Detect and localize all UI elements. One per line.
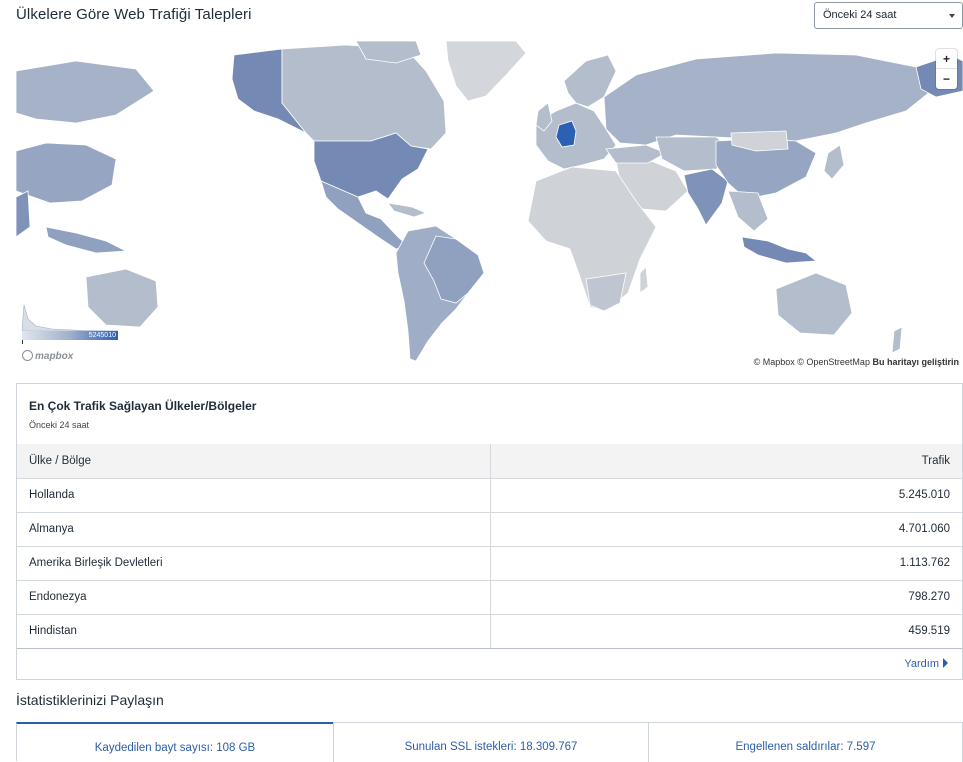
table-header-row: Ülke / Bölge Trafik <box>17 444 962 479</box>
time-range-select[interactable]: Önceki 24 saat <box>814 2 963 29</box>
world-map[interactable]: + − 5245010 mapbox © Mapbox © OpenStreet… <box>16 41 963 369</box>
country-cell: Hollanda <box>17 478 491 513</box>
table-row: Almanya 4.701.060 <box>17 512 962 547</box>
map-indonesia <box>741 236 818 264</box>
map-svg <box>16 41 963 362</box>
country-cell: Hindistan <box>17 614 491 649</box>
panel-title: En Çok Trafik Sağlayan Ülkeler/Bölgeler <box>29 399 257 413</box>
traffic-cell: 459.519 <box>490 614 962 649</box>
legend-max-value: 5245010 <box>88 332 116 339</box>
map-turkey <box>605 144 667 164</box>
map-madagascar <box>639 266 649 294</box>
legend-ticks <box>22 340 118 344</box>
country-cell: Amerika Birleşik Devletleri <box>17 546 491 581</box>
traffic-cell: 1.113.762 <box>490 546 962 581</box>
mapbox-logo-icon <box>22 350 33 361</box>
column-header-country: Ülke / Bölge <box>17 444 491 479</box>
map-china-west-wrap <box>16 142 117 204</box>
map-legend: 5245010 <box>22 303 118 344</box>
table-row: Endonezya 798.270 <box>17 580 962 615</box>
panel-subtitle: Önceki 24 saat <box>29 420 90 430</box>
tab-threats-blocked[interactable]: Engellenen saldırılar: 7.597 <box>648 723 963 762</box>
tab-ssl-requests[interactable]: Sunulan SSL istekleri: 18.309.767 <box>333 723 648 762</box>
tab-bytes-saved[interactable]: Kaydedilen bayt sayısı: 108 GB <box>16 722 333 761</box>
map-indonesia-west-wrap <box>45 226 128 254</box>
traffic-table: Ülke / Bölge Trafik Hollanda 5.245.010 A… <box>17 444 962 649</box>
table-row: Hollanda 5.245.010 <box>17 478 962 513</box>
traffic-cell: 4.701.060 <box>490 512 962 547</box>
map-caribbean <box>387 202 428 218</box>
time-range-value: Önceki 24 saat <box>823 9 897 21</box>
map-attribution: © Mapbox © OpenStreetMap Bu haritayı gel… <box>752 357 960 367</box>
map-southern-africa <box>585 272 627 312</box>
traffic-cell: 798.270 <box>490 580 962 615</box>
map-russia-east-wrap <box>16 60 155 124</box>
mapbox-logo-text: mapbox <box>35 351 74 362</box>
table-row: Hindistan 459.519 <box>17 614 962 649</box>
mapbox-logo[interactable]: mapbox <box>22 350 73 362</box>
table-row: Amerika Birleşik Devletleri 1.113.762 <box>17 546 962 581</box>
share-stats-tabs: Kaydedilen bayt sayısı: 108 GB Sunulan S… <box>16 722 963 762</box>
top-countries-panel: En Çok Trafik Sağlayan Ülkeler/Bölgeler … <box>16 383 963 680</box>
map-australia <box>775 272 853 336</box>
caret-right-icon <box>943 658 948 668</box>
improve-map-link[interactable]: Bu haritayı geliştirin <box>872 357 959 367</box>
zoom-control: + − <box>936 49 957 89</box>
map-greenland <box>445 41 527 102</box>
column-header-traffic: Trafik <box>490 444 962 479</box>
chevron-down-icon <box>949 14 955 18</box>
country-cell: Almanya <box>17 512 491 547</box>
help-link-label: Yardım <box>904 658 939 670</box>
map-canada <box>281 44 447 150</box>
zoom-out-button[interactable]: − <box>936 69 957 89</box>
traffic-cell: 5.245.010 <box>490 478 962 513</box>
page-title: Ülkelere Göre Web Trafiği Talepleri <box>16 6 252 23</box>
legend-distribution-curve <box>22 304 118 331</box>
map-japan <box>823 144 845 180</box>
zoom-in-button[interactable]: + <box>936 49 957 69</box>
attribution-text[interactable]: © Mapbox © OpenStreetMap <box>754 357 870 367</box>
map-india-west-wrap <box>16 190 31 238</box>
share-stats-title: İstatistiklerinizi Paylaşın <box>16 692 164 708</box>
map-russia <box>603 52 932 146</box>
map-se-asia <box>727 190 769 232</box>
map-new-zealand <box>891 326 903 354</box>
help-link[interactable]: Yardım <box>904 658 948 670</box>
map-india <box>683 168 729 226</box>
country-cell: Endonezya <box>17 580 491 615</box>
